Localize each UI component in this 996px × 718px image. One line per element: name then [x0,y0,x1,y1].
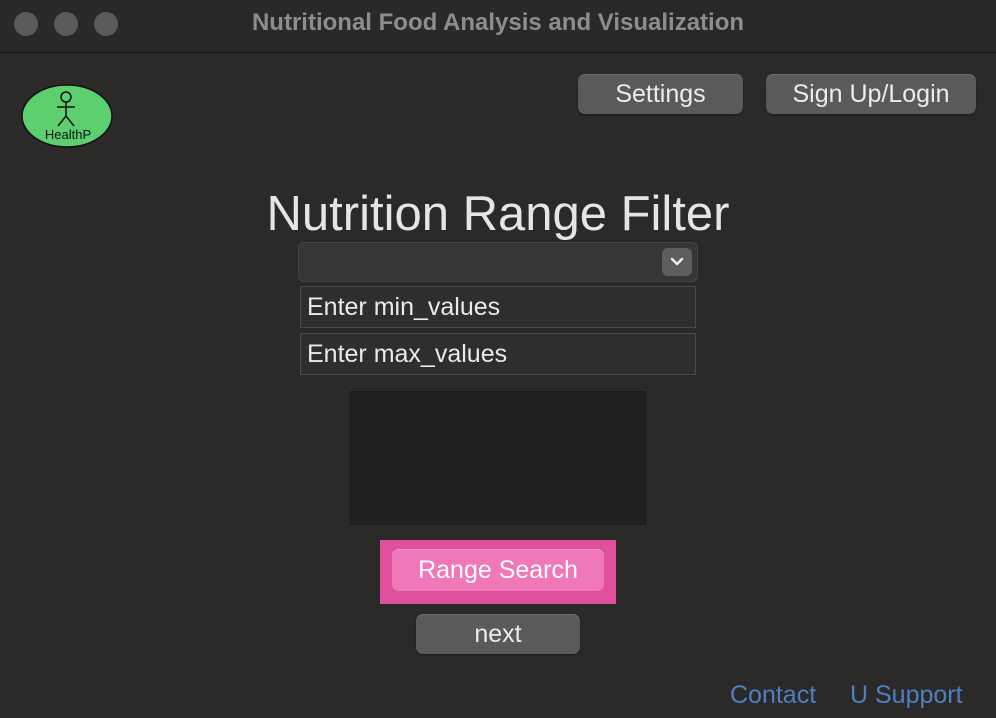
range-search-button[interactable]: Range Search [392,549,604,591]
support-link[interactable]: U Support [850,680,963,710]
window-title: Nutritional Food Analysis and Visualizat… [251,9,745,36]
nutrient-select[interactable] [298,242,698,282]
chevron-down-icon[interactable] [662,248,692,276]
healthp-logo: HealthP [20,84,116,150]
min-values-input[interactable]: Enter min_values [300,286,696,328]
logo-text: HealthP [45,127,91,142]
page-title: Nutrition Range Filter [266,187,730,241]
settings-button[interactable]: Settings [578,74,743,114]
results-textbox[interactable] [350,391,646,525]
next-button[interactable]: next [416,614,580,654]
app-window: Nutritional Food Analysis and Visualizat… [0,0,996,718]
contact-link[interactable]: Contact [730,680,816,710]
max-values-input[interactable]: Enter max_values [300,333,696,375]
title-bar: Nutritional Food Analysis and Visualizat… [0,0,996,53]
signup-login-button[interactable]: Sign Up/Login [766,74,976,114]
